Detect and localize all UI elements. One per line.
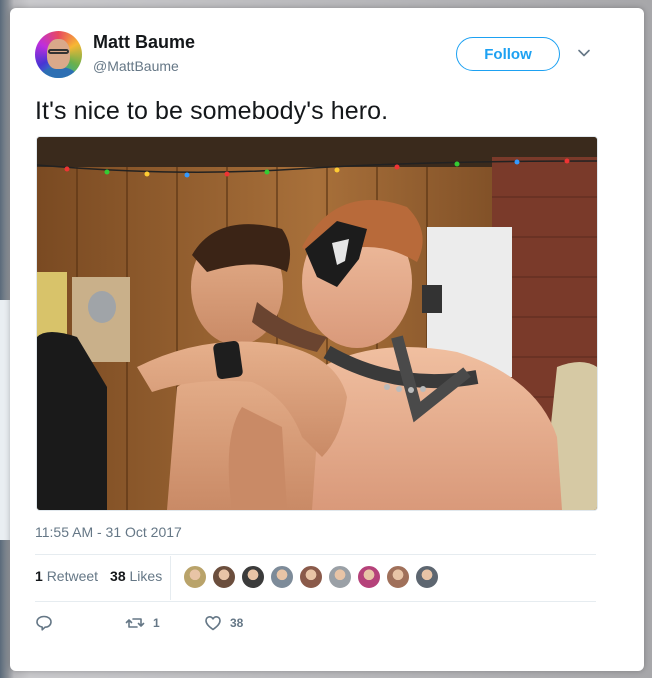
author-name[interactable]: Matt Baume [93,32,195,53]
tweet-photo[interactable] [36,136,598,511]
avatar-face [47,39,70,69]
liker-avatar[interactable] [386,565,410,589]
avatar-glasses [48,49,69,54]
reply-button[interactable] [35,614,125,632]
tweet-timestamp[interactable]: 11:55 AM - 31 Oct 2017 [35,524,182,540]
background-sidebar-strip [0,300,10,540]
follow-button[interactable]: Follow [456,37,560,71]
author-handle[interactable]: @MattBaume [93,58,179,74]
author-avatar[interactable] [35,31,82,78]
reply-icon [35,614,53,632]
liker-avatar[interactable] [212,565,236,589]
chevron-down-icon[interactable] [577,46,591,60]
liker-avatar[interactable] [328,565,352,589]
liker-avatar[interactable] [183,565,207,589]
tweet-stats: 1 Retweet 38 Likes [35,568,174,584]
liker-avatar[interactable] [299,565,323,589]
tweet-text: It's nice to be somebody's hero. [35,97,389,125]
likes-label: Likes [129,568,163,584]
like-count: 38 [230,616,244,630]
liker-avatar[interactable] [270,565,294,589]
likes-stat[interactable]: 38 Likes [110,568,162,584]
heart-icon [204,614,222,632]
liker-avatars [183,565,444,589]
tweet-actions: 1 38 [35,614,243,632]
retweet-button[interactable]: 1 [125,614,204,632]
like-button[interactable]: 38 [204,614,243,632]
retweet-count: 1 [153,616,160,630]
divider-bottom [35,601,596,602]
likes-count: 38 [110,568,126,584]
liker-avatar[interactable] [241,565,265,589]
retweets-label: Retweet [46,568,99,584]
liker-avatar[interactable] [415,565,439,589]
retweet-icon [125,614,145,632]
retweets-count: 1 [35,568,43,584]
liker-avatar[interactable] [357,565,381,589]
divider-top [35,554,596,555]
stats-separator [170,556,171,600]
retweets-stat[interactable]: 1 Retweet [35,568,98,584]
